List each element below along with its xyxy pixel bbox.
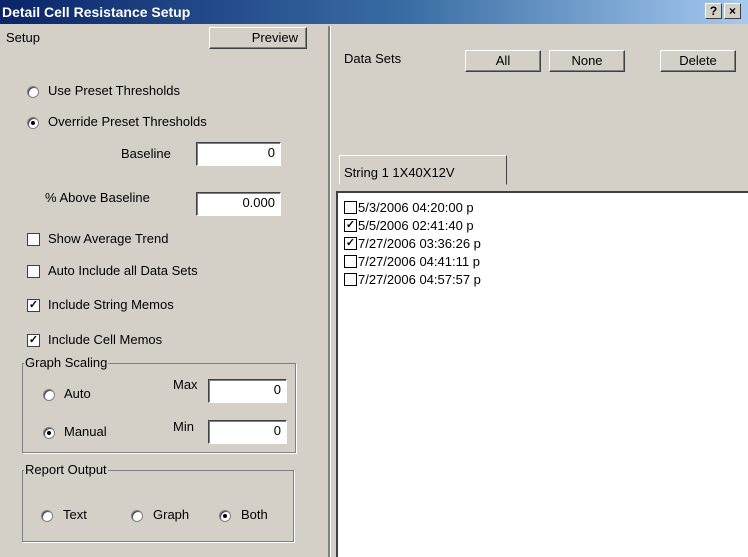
- max-label: Max: [173, 377, 198, 392]
- data-set-label: 7/27/2006 04:41:11 p: [358, 254, 480, 269]
- string-memos-label: Include String Memos: [48, 297, 174, 312]
- data-set-checkbox[interactable]: [344, 255, 357, 268]
- data-set-checkbox[interactable]: [344, 201, 357, 214]
- scaling-manual-label: Manual: [64, 424, 107, 439]
- max-field[interactable]: 0: [208, 379, 287, 403]
- output-both-label: Both: [241, 507, 268, 522]
- min-field[interactable]: 0: [208, 420, 287, 444]
- report-output-label: Report Output: [24, 462, 108, 477]
- window-title: Detail Cell Resistance Setup: [2, 4, 191, 20]
- output-text-label: Text: [63, 507, 87, 522]
- preview-button[interactable]: Preview: [209, 27, 307, 49]
- above-baseline-label: % Above Baseline: [45, 190, 150, 205]
- override-preset-radio[interactable]: [27, 117, 39, 129]
- auto-include-checkbox[interactable]: [27, 265, 40, 278]
- title-bar: Detail Cell Resistance Setup ? ×: [0, 0, 748, 24]
- close-button[interactable]: ×: [724, 3, 741, 19]
- auto-include-label: Auto Include all Data Sets: [48, 263, 198, 278]
- override-preset-label: Override Preset Thresholds: [48, 114, 207, 129]
- data-set-label: 5/3/2006 04:20:00 p: [358, 200, 474, 215]
- cell-memos-label: Include Cell Memos: [48, 332, 163, 347]
- tab-string-1-label: String 1 1X40X12V: [344, 165, 455, 180]
- baseline-field[interactable]: 0: [196, 142, 281, 166]
- use-preset-radio[interactable]: [27, 86, 39, 98]
- data-set-checkbox[interactable]: ✓: [344, 237, 357, 250]
- cell-memos-checkbox[interactable]: ✓: [27, 334, 40, 347]
- tab-string-1[interactable]: String 1 1X40X12V: [339, 155, 507, 185]
- data-sets-list[interactable]: 5/3/2006 04:20:00 p ✓ 5/5/2006 02:41:40 …: [336, 191, 748, 557]
- setup-label: Setup: [6, 30, 40, 45]
- above-baseline-field[interactable]: 0.000: [196, 192, 281, 216]
- string-memos-checkbox[interactable]: ✓: [27, 299, 40, 312]
- graph-scaling-label: Graph Scaling: [24, 355, 109, 370]
- data-set-checkbox[interactable]: [344, 273, 357, 286]
- output-graph-radio[interactable]: [131, 510, 143, 522]
- scaling-manual-radio[interactable]: [43, 427, 55, 439]
- select-none-button[interactable]: None: [549, 50, 625, 72]
- scaling-auto-radio[interactable]: [43, 389, 55, 401]
- output-text-radio[interactable]: [41, 510, 53, 522]
- data-set-label: 5/5/2006 02:41:40 p: [358, 218, 474, 233]
- data-set-checkbox[interactable]: ✓: [344, 219, 357, 232]
- panel-divider: [328, 26, 331, 557]
- select-all-button[interactable]: All: [465, 50, 541, 72]
- baseline-label: Baseline: [121, 146, 171, 161]
- help-button[interactable]: ?: [705, 3, 722, 19]
- output-graph-label: Graph: [153, 507, 190, 522]
- show-avg-trend-checkbox[interactable]: [27, 233, 40, 246]
- output-both-radio[interactable]: [219, 510, 231, 522]
- show-avg-trend-label: Show Average Trend: [48, 231, 169, 246]
- data-set-label: 7/27/2006 03:36:26 p: [358, 236, 481, 251]
- delete-button[interactable]: Delete: [660, 50, 736, 72]
- report-output-group: [22, 470, 294, 542]
- min-label: Min: [173, 419, 194, 434]
- data-sets-label: Data Sets: [344, 51, 402, 66]
- scaling-auto-label: Auto: [64, 386, 91, 401]
- use-preset-label: Use Preset Thresholds: [48, 83, 180, 98]
- data-set-label: 7/27/2006 04:57:57 p: [358, 272, 481, 287]
